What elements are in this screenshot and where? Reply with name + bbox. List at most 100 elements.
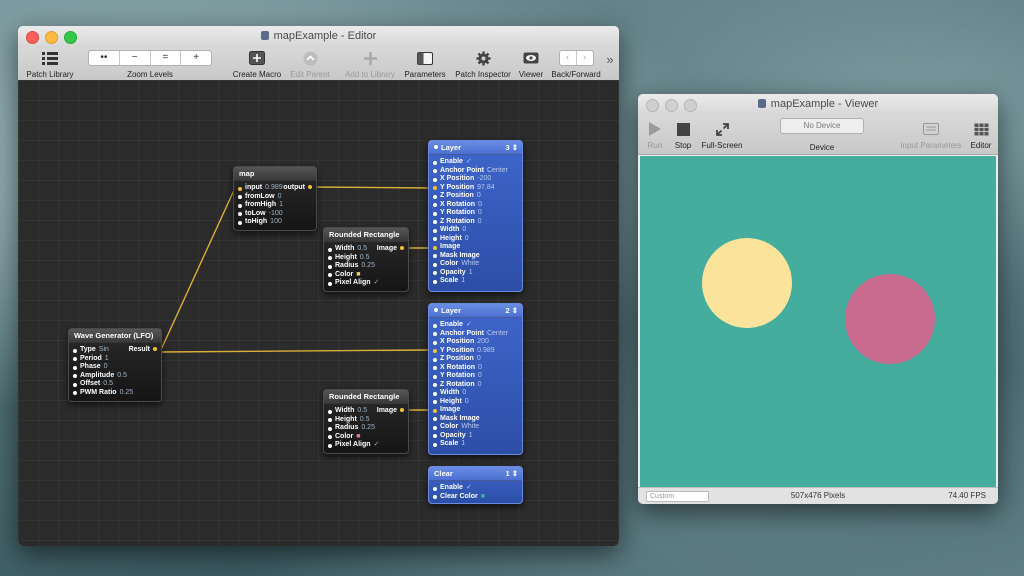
rect2-port-radius[interactable]: Radius 0.25 [324,424,408,433]
wave-port-offset[interactable]: Offset 0.5 [69,380,161,389]
zoom-actual-button[interactable]: = [151,51,182,65]
rect1-port-image[interactable]: Image [377,245,404,254]
layer3-port-height[interactable]: Height 0 [429,235,522,244]
map-port-tohigh[interactable]: toHigh 100 [234,218,316,227]
wave-port-phase[interactable]: Phase 0 [69,363,161,372]
layer-patch-3[interactable]: Layer 3 ⇕ Enable ✓ Anchor Point Center X Posi… [428,140,523,292]
layer2-port-opacity[interactable]: Opacity 1 [429,432,522,441]
clear-patch[interactable]: Clear 1 ⇕ Enable ✓ Clear Color ■ [428,466,523,504]
layer2-port-y-position[interactable]: Y Position 0.989 [429,347,522,356]
add-to-library-button[interactable]: Add to Library [342,48,398,79]
layer-indicator-icon [434,308,438,312]
layer2-port-y-rotation[interactable]: Y Rotation 0 [429,372,522,381]
map-port-fromhigh[interactable]: fromHigh 1 [234,201,316,210]
port-label: Enable [440,484,463,491]
layer2-port-anchor-point[interactable]: Anchor Point Center [429,330,522,339]
layer3-port-color[interactable]: Color White [429,260,522,269]
layer3-order-stepper[interactable]: 3 ⇕ [505,141,518,154]
rect2-port-pixel-align[interactable]: Pixel Align ✓ [324,441,408,450]
rect1-port-color[interactable]: Color ■ [324,271,408,280]
viewer-button[interactable]: Viewer [516,48,546,79]
wave-port-period[interactable]: Period 1 [69,355,161,364]
layer2-port-color[interactable]: Color White [429,423,522,432]
viewer-titlebar[interactable]: mapExample - Viewer [638,94,998,116]
rect2-port-width[interactable]: Width 0.5 Image [324,407,408,416]
rect2-port-color[interactable]: Color ■ [324,433,408,442]
layer3-port-mask-image[interactable]: Mask Image [429,252,522,261]
rounded-rectangle-patch-2[interactable]: Rounded Rectangle Width 0.5 Image Height 0.… [323,389,409,454]
layer3-port-z-position[interactable]: Z Position 0 [429,192,522,201]
zoom-out-button[interactable]: − [120,51,151,65]
patch-library-button[interactable]: Patch Library [24,48,76,79]
layer2-port-enable[interactable]: Enable ✓ [429,321,522,330]
clear-order-stepper[interactable]: 1 ⇕ [505,467,518,480]
create-macro-button[interactable]: Create Macro [230,48,284,79]
edit-parent-button[interactable]: Edit Parent [286,48,334,79]
wave-port-pwm-ratio[interactable]: PWM Ratio 0.25 [69,389,161,398]
layer3-port-y-rotation[interactable]: Y Rotation 0 [429,209,522,218]
rect1-port-pixel-align[interactable]: Pixel Align ✓ [324,279,408,288]
layer2-port-z-position[interactable]: Z Position 0 [429,355,522,364]
clear-port-clear-color[interactable]: Clear Color ■ [429,493,522,502]
parameters-button[interactable]: Parameters [402,48,448,79]
layer-patch-2[interactable]: Layer 2 ⇕ Enable ✓ Anchor Point Center X Posi… [428,303,523,455]
layer2-port-height[interactable]: Height 0 [429,398,522,407]
port-value: 0 [476,192,481,199]
layer2-port-image[interactable]: Image [429,406,522,415]
yellow-circle [702,238,792,328]
port-label: Y Rotation [440,209,475,216]
device-select[interactable]: No Device [780,118,864,134]
clear-port-enable[interactable]: Enable ✓ [429,484,522,493]
rounded-rectangle-patch-1[interactable]: Rounded Rectangle Width 0.5 Image Height 0.… [323,227,409,292]
rect1-patch-title: Rounded Rectangle [324,228,408,242]
viewer-title-text: mapExample - Viewer [770,98,879,110]
fullscreen-button[interactable]: Full-Screen [700,119,744,150]
checkmark-icon: ✓ [373,441,380,448]
layer3-port-x-rotation[interactable]: X Rotation 0 [429,201,522,210]
rect2-port-image[interactable]: Image [377,407,404,416]
zoom-fit-button[interactable]: •• [89,51,120,65]
layer2-port-z-rotation[interactable]: Z Rotation 0 [429,381,522,390]
port-label: Height [440,234,462,242]
map-port-input[interactable]: input 0.989 output [234,184,316,193]
map-patch[interactable]: map input 0.989 output fromLow 0 fromHigh 1 … [233,166,317,231]
layer3-port-y-position[interactable]: Y Position 97.84 [429,184,522,193]
zoom-in-button[interactable]: + [181,51,211,65]
layer2-port-width[interactable]: Width 0 [429,389,522,398]
layer3-port-anchor-point[interactable]: Anchor Point Center [429,167,522,176]
layer2-port-x-position[interactable]: X Position 200 [429,338,522,347]
input-parameters-button[interactable]: Input Parameters [900,119,962,150]
map-port-fromlow[interactable]: fromLow 0 [234,193,316,202]
layer3-port-scale[interactable]: Scale 1 [429,277,522,286]
rect1-port-height[interactable]: Height 0.5 [324,254,408,263]
layer2-port-mask-image[interactable]: Mask Image [429,415,522,424]
rect1-port-radius[interactable]: Radius 0.25 [324,262,408,271]
layer3-port-width[interactable]: Width 0 [429,226,522,235]
map-port-tolow[interactable]: toLow -100 [234,210,316,219]
wave-port-result[interactable]: Result [129,346,157,355]
run-button[interactable]: Run [644,119,666,150]
layer3-port-enable[interactable]: Enable ✓ [429,158,522,167]
patch-canvas[interactable]: map input 0.989 output fromLow 0 fromHigh 1 … [18,80,619,546]
wave-port-amplitude[interactable]: Amplitude 0.5 [69,372,161,381]
layer3-port-image[interactable]: Image [429,243,522,252]
layer2-port-scale[interactable]: Scale 1 [429,440,522,449]
patch-inspector-button[interactable]: Patch Inspector [452,48,514,79]
render-canvas[interactable] [640,156,996,504]
rect2-port-height[interactable]: Height 0.5 [324,416,408,425]
editor-button[interactable]: Editor [968,119,994,150]
layer2-order-stepper[interactable]: 2 ⇕ [505,304,518,317]
wave-port-type[interactable]: Type Sin Result [69,346,161,355]
layer3-port-x-position[interactable]: X Position -200 [429,175,522,184]
editor-titlebar[interactable]: mapExample - Editor [18,26,619,48]
stop-button[interactable]: Stop [672,119,694,150]
wave-generator-patch[interactable]: Wave Generator (LFO) Type Sin Result Perio… [68,328,162,402]
layer3-port-opacity[interactable]: Opacity 1 [429,269,522,278]
layer3-port-z-rotation[interactable]: Z Rotation 0 [429,218,522,227]
forward-button[interactable]: › [577,51,593,65]
toolbar-overflow-button[interactable]: » [604,52,616,67]
map-port-output[interactable]: output [283,184,312,193]
layer2-port-x-rotation[interactable]: X Rotation 0 [429,364,522,373]
back-button[interactable]: ‹ [560,51,577,65]
rect1-port-width[interactable]: Width 0.5 Image [324,245,408,254]
